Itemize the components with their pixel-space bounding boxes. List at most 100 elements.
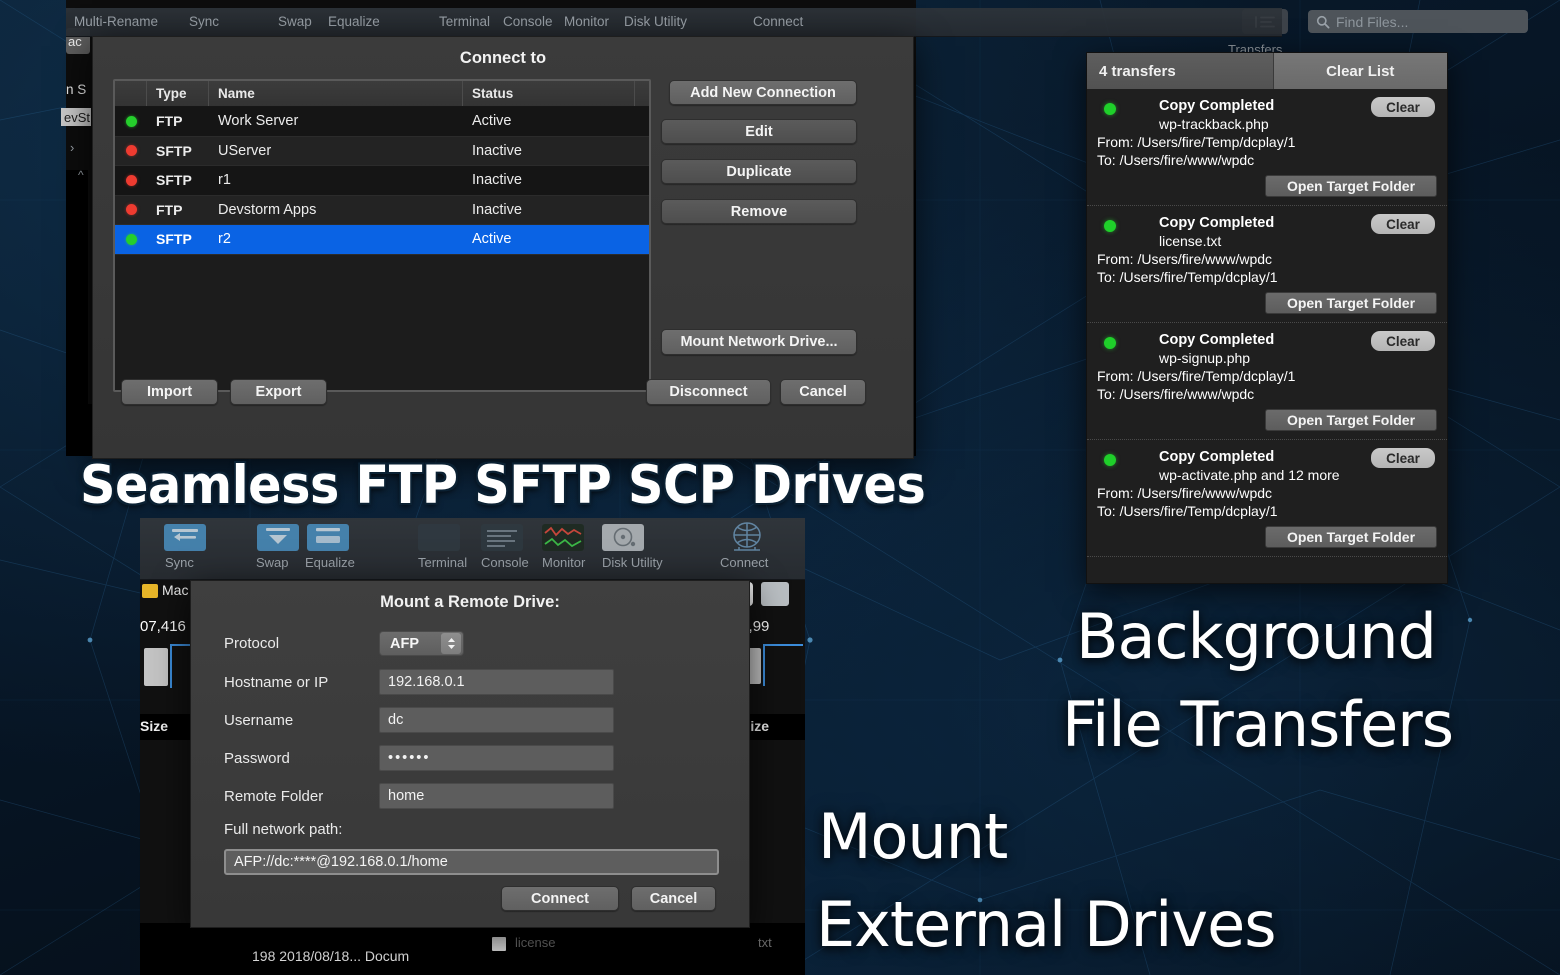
connect-dialog-title: Connect to [93, 49, 913, 68]
cell-end [635, 137, 649, 166]
import-button[interactable]: Import [121, 379, 218, 405]
mount-connect-button[interactable]: Connect [501, 886, 619, 911]
toolbar-item-console[interactable]: Console [503, 14, 553, 29]
connections-table[interactable]: Type Name Status FTP Work Server Active … [113, 79, 651, 392]
cell-status: Inactive [463, 166, 635, 195]
headline-background-line1: Background [1076, 600, 1436, 673]
table-row[interactable]: SFTP r1 Inactive [115, 166, 649, 196]
top-window-toolbar: Multi-Rename Sync Swap Equalize Terminal… [66, 8, 1282, 37]
cell-name: r2 [209, 225, 463, 254]
terminal-icon[interactable] [418, 524, 460, 551]
status-dot-green [1104, 454, 1116, 466]
protocol-select[interactable]: AFP [379, 631, 464, 656]
disk-utility-icon[interactable] [602, 524, 644, 551]
headline-mount-line1: Mount [818, 800, 1007, 873]
add-new-connection-button[interactable]: Add New Connection [669, 80, 857, 105]
username-value: dc [388, 712, 403, 728]
export-button[interactable]: Export [230, 379, 327, 405]
open-target-folder-button[interactable]: Open Target Folder [1265, 292, 1437, 314]
remove-button[interactable]: Remove [661, 199, 857, 224]
bg-file-license: license [515, 935, 555, 950]
duplicate-button[interactable]: Duplicate [661, 159, 857, 184]
bottom-toolbar-label-disk-utility[interactable]: Disk Utility [602, 555, 663, 570]
column-header-status[interactable]: Status [463, 81, 635, 106]
console-icon[interactable] [481, 524, 523, 551]
bottom-toolbar-label-monitor[interactable]: Monitor [542, 555, 585, 570]
transfer-item[interactable]: Clear Copy Completed wp-activate.php and… [1087, 440, 1447, 557]
transfer-from: From: /Users/fire/www/wpdc [1097, 485, 1437, 501]
open-target-folder-button[interactable]: Open Target Folder [1265, 175, 1437, 197]
transfer-to: To: /Users/fire/Temp/dcplay/1 [1097, 269, 1437, 285]
toolbar-item-multi-rename[interactable]: Multi-Rename [74, 14, 158, 29]
table-row-selected[interactable]: SFTP r2 Active [115, 225, 649, 255]
tab-transfers-count[interactable]: 4 transfers [1087, 53, 1274, 89]
cancel-button[interactable]: Cancel [780, 379, 866, 405]
bottom-left-tab[interactable]: Mac [162, 582, 188, 598]
transfer-item[interactable]: Clear Copy Completed wp-signup.php From:… [1087, 323, 1447, 440]
hostname-input[interactable]: 192.168.0.1 [379, 669, 614, 695]
column-header-name[interactable]: Name [209, 81, 463, 106]
toolbar-item-equalize[interactable]: Equalize [328, 14, 380, 29]
column-header-type[interactable]: Type [147, 81, 209, 106]
connect-icon[interactable] [726, 522, 768, 549]
username-input[interactable]: dc [379, 707, 614, 733]
transfer-from: From: /Users/fire/Temp/dcplay/1 [1097, 368, 1437, 384]
swap-icon[interactable] [257, 524, 299, 551]
bottom-toolbar-label-swap[interactable]: Swap [256, 555, 289, 570]
password-input[interactable]: •••••• [379, 745, 614, 771]
transfer-item[interactable]: Clear Copy Completed wp-trackback.php Fr… [1087, 89, 1447, 206]
bottom-toolbar-label-connect[interactable]: Connect [720, 555, 768, 570]
drive-icon [142, 584, 158, 598]
bottom-left-size-header[interactable]: Size [140, 718, 168, 734]
bottom-toolbar-label-equalize[interactable]: Equalize [305, 555, 355, 570]
sidebar-fragment-devst[interactable]: evSt [61, 108, 91, 126]
clear-list-button[interactable]: Clear List [1274, 53, 1448, 89]
remote-folder-input[interactable]: home [379, 783, 614, 809]
bottom-left-size-value: 07,416 [140, 618, 186, 635]
open-target-folder-button[interactable]: Open Target Folder [1265, 526, 1437, 548]
clear-button[interactable]: Clear [1371, 214, 1435, 234]
equalize-icon[interactable] [307, 524, 349, 551]
sidebar-disclosure-icon[interactable]: › [70, 140, 74, 155]
toolbar-item-connect[interactable]: Connect [753, 14, 803, 29]
connections-table-header: Type Name Status [115, 81, 649, 107]
bottom-window-toolbar: Sync Swap Equalize Terminal Console Moni… [140, 518, 805, 580]
toolbar-item-monitor[interactable]: Monitor [564, 14, 609, 29]
toolbar-item-swap[interactable]: Swap [278, 14, 312, 29]
monitor-icon[interactable] [542, 524, 584, 551]
find-files-search-input[interactable]: Find Files... [1308, 10, 1528, 33]
bottom-toolbar-label-sync[interactable]: Sync [165, 555, 194, 570]
bottom-toolbar-label-terminal[interactable]: Terminal [418, 555, 467, 570]
clear-button[interactable]: Clear [1371, 331, 1435, 351]
transfers-tabs: 4 transfers Clear List [1087, 53, 1447, 89]
edit-button[interactable]: Edit [661, 119, 857, 144]
transfer-item[interactable]: Clear Copy Completed license.txt From: /… [1087, 206, 1447, 323]
full-network-path-input[interactable]: AFP://dc:****@192.168.0.1/home [224, 849, 719, 875]
clear-button[interactable]: Clear [1371, 97, 1435, 117]
transfer-from: From: /Users/fire/Temp/dcplay/1 [1097, 134, 1437, 150]
table-row[interactable]: FTP Devstorm Apps Inactive [115, 196, 649, 226]
bottom-toolbar-label-console[interactable]: Console [481, 555, 529, 570]
toolbar-item-sync[interactable]: Sync [189, 14, 219, 29]
toolbar-item-terminal[interactable]: Terminal [439, 14, 490, 29]
mount-cancel-button[interactable]: Cancel [631, 886, 716, 911]
disconnect-button[interactable]: Disconnect [646, 379, 771, 405]
bottom-window-status-text: 198 2018/08/18... Docum [252, 948, 409, 964]
cell-type: FTP [147, 107, 209, 136]
clear-button[interactable]: Clear [1371, 448, 1435, 468]
table-row[interactable]: SFTP UServer Inactive [115, 137, 649, 167]
table-row[interactable]: FTP Work Server Active [115, 107, 649, 137]
cell-end [635, 196, 649, 225]
sync-icon[interactable] [164, 524, 206, 551]
sidebar-collapse-icon[interactable]: ^ [78, 168, 84, 182]
status-dot-cell [115, 137, 147, 166]
chevron-updown-icon[interactable] [441, 633, 461, 654]
toolbar-item-disk-utility[interactable]: Disk Utility [624, 14, 687, 29]
cell-type: SFTP [147, 225, 209, 254]
transfer-to: To: /Users/fire/Temp/dcplay/1 [1097, 503, 1437, 519]
mount-network-drive-button[interactable]: Mount Network Drive... [661, 329, 857, 355]
open-target-folder-button[interactable]: Open Target Folder [1265, 409, 1437, 431]
transfer-to: To: /Users/fire/www/wpdc [1097, 152, 1437, 168]
column-header-end [635, 81, 649, 106]
sidebar-fragment-n-s: n S [66, 82, 86, 97]
